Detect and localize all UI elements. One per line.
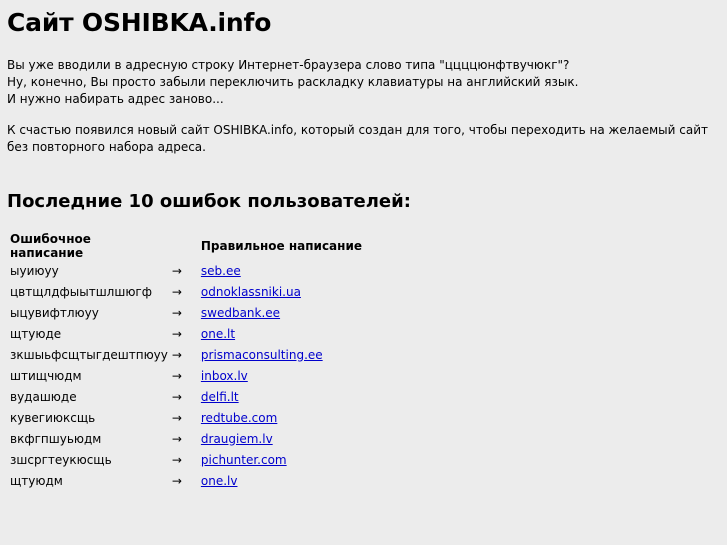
intro-line: И нужно набирать адрес заново... <box>7 92 224 106</box>
wrong-spelling: ыцувифтлюуу <box>10 305 99 320</box>
table-row: вкфгпшуьюдм → draugiem.lv <box>8 428 364 449</box>
arrow-icon: → <box>171 263 182 278</box>
arrow-icon: → <box>171 368 182 383</box>
table-row: штищчюдм → inbox.lv <box>8 365 364 386</box>
table-row: кувегиюксщь → redtube.com <box>8 407 364 428</box>
arrow-icon: → <box>171 452 182 467</box>
table-row: ыуиюуу → seb.ee <box>8 260 364 281</box>
intro-text: Вы уже вводили в адресную строку Интерне… <box>7 57 719 108</box>
wrong-spelling: зкшыьфсщтыгдештпюуу <box>10 347 168 362</box>
table-row: вудашюде → delfi.lt <box>8 386 364 407</box>
arrow-icon: → <box>171 305 182 320</box>
intro-line: Ну, конечно, Вы просто забыли переключит… <box>7 75 579 89</box>
wrong-spelling: щтуюде <box>10 326 62 341</box>
correct-site-link[interactable]: one.lv <box>201 474 238 488</box>
errors-heading: Последние 10 ошибок пользователей: <box>7 191 411 212</box>
arrow-icon: → <box>171 410 182 425</box>
table-row: зшсргтеукюсщь → pichunter.com <box>8 449 364 470</box>
correct-site-link[interactable]: seb.ee <box>201 264 241 278</box>
header-arrow-spacer <box>170 232 199 260</box>
correct-site-link[interactable]: redtube.com <box>201 411 277 425</box>
correct-site-link[interactable]: prismaconsulting.ee <box>201 348 323 362</box>
table-row: щтуюде → one.lt <box>8 323 364 344</box>
arrow-icon: → <box>171 326 182 341</box>
table-row: зкшыьфсщтыгдештпюуу → prismaconsulting.e… <box>8 344 364 365</box>
correct-site-link[interactable]: swedbank.ee <box>201 306 280 320</box>
arrow-icon: → <box>171 284 182 299</box>
correct-site-link[interactable]: pichunter.com <box>201 453 287 467</box>
header-correct-spelling: Правильное написание <box>200 239 362 253</box>
header-wrong-spelling: Ошибочное написание <box>10 232 91 260</box>
correct-site-link[interactable]: delfi.lt <box>201 390 239 404</box>
table-row: цвтщлдфыытшлшюгф → odnoklassniki.ua <box>8 281 364 302</box>
table-row: ыцувифтлюуу → swedbank.ee <box>8 302 364 323</box>
page-title: Сайт OSHIBKA.info <box>7 8 272 37</box>
wrong-spelling: вудашюде <box>10 389 77 404</box>
wrong-spelling: зшсргтеукюсщь <box>10 452 112 467</box>
arrow-icon: → <box>171 389 182 404</box>
errors-table: Ошибочное написание Правильное написание… <box>8 232 364 491</box>
arrow-icon: → <box>171 347 182 362</box>
intro-line: Вы уже вводили в адресную строку Интерне… <box>7 58 570 72</box>
table-header-row: Ошибочное написание Правильное написание <box>8 232 364 260</box>
wrong-spelling: кувегиюксщь <box>10 410 96 425</box>
wrong-spelling: щтуюдм <box>10 473 63 488</box>
wrong-spelling: цвтщлдфыытшлшюгф <box>10 284 152 299</box>
correct-site-link[interactable]: odnoklassniki.ua <box>201 285 301 299</box>
correct-site-link[interactable]: one.lt <box>201 327 235 341</box>
wrong-spelling: вкфгпшуьюдм <box>10 431 102 446</box>
wrong-spelling: штищчюдм <box>10 368 82 383</box>
wrong-spelling: ыуиюуу <box>10 263 59 278</box>
correct-site-link[interactable]: inbox.lv <box>201 369 248 383</box>
arrow-icon: → <box>171 473 182 488</box>
site-description: К счастью появился новый сайт OSHIBKA.in… <box>7 123 709 154</box>
table-row: щтуюдм → one.lv <box>8 470 364 491</box>
correct-site-link[interactable]: draugiem.lv <box>201 432 273 446</box>
arrow-icon: → <box>171 431 182 446</box>
